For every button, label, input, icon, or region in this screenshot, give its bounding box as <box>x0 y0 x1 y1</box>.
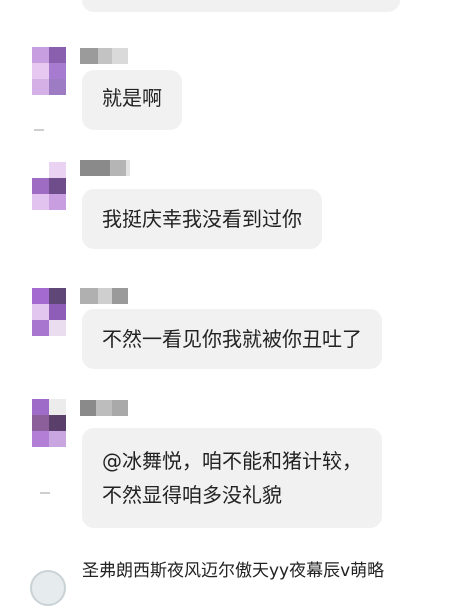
chat-thread: 就是啊 我挺庆幸我没看到过你 不然一看见你我就被你丑吐了 @冰舞悦，咱不能和猪计… <box>0 0 450 606</box>
divider-mark <box>34 129 44 131</box>
avatar[interactable] <box>32 399 66 447</box>
message-text-line-2: 不然显得咱多没礼貌 <box>102 483 282 507</box>
sender-name-blurred <box>80 48 128 64</box>
sender-name-blurred <box>80 288 128 304</box>
sender-name-blurred <box>80 400 128 416</box>
divider-mark <box>40 492 50 494</box>
message-bubble[interactable]: 我挺庆幸我没看到过你 <box>82 189 322 249</box>
sender-name: 圣弗朗西斯夜风迈尔傲天yy夜幕辰v萌略 <box>82 561 385 581</box>
avatar[interactable] <box>30 570 66 606</box>
avatar[interactable] <box>32 288 66 336</box>
message-text: 我挺庆幸我没看到过你 <box>102 207 302 231</box>
avatar[interactable] <box>32 162 66 210</box>
message-bubble-previous[interactable] <box>82 0 400 12</box>
message-text: 不然一看见你我就被你丑吐了 <box>102 327 362 351</box>
message-bubble[interactable]: @冰舞悦，咱不能和猪计较， 不然显得咱多没礼貌 <box>82 428 382 528</box>
avatar[interactable] <box>32 47 66 95</box>
message-text-line-1: @冰舞悦，咱不能和猪计较， <box>102 449 362 473</box>
message-text: 就是啊 <box>102 86 162 110</box>
sender-name-blurred <box>80 160 130 176</box>
message-bubble[interactable]: 就是啊 <box>82 70 182 130</box>
message-bubble[interactable]: 不然一看见你我就被你丑吐了 <box>82 309 382 369</box>
